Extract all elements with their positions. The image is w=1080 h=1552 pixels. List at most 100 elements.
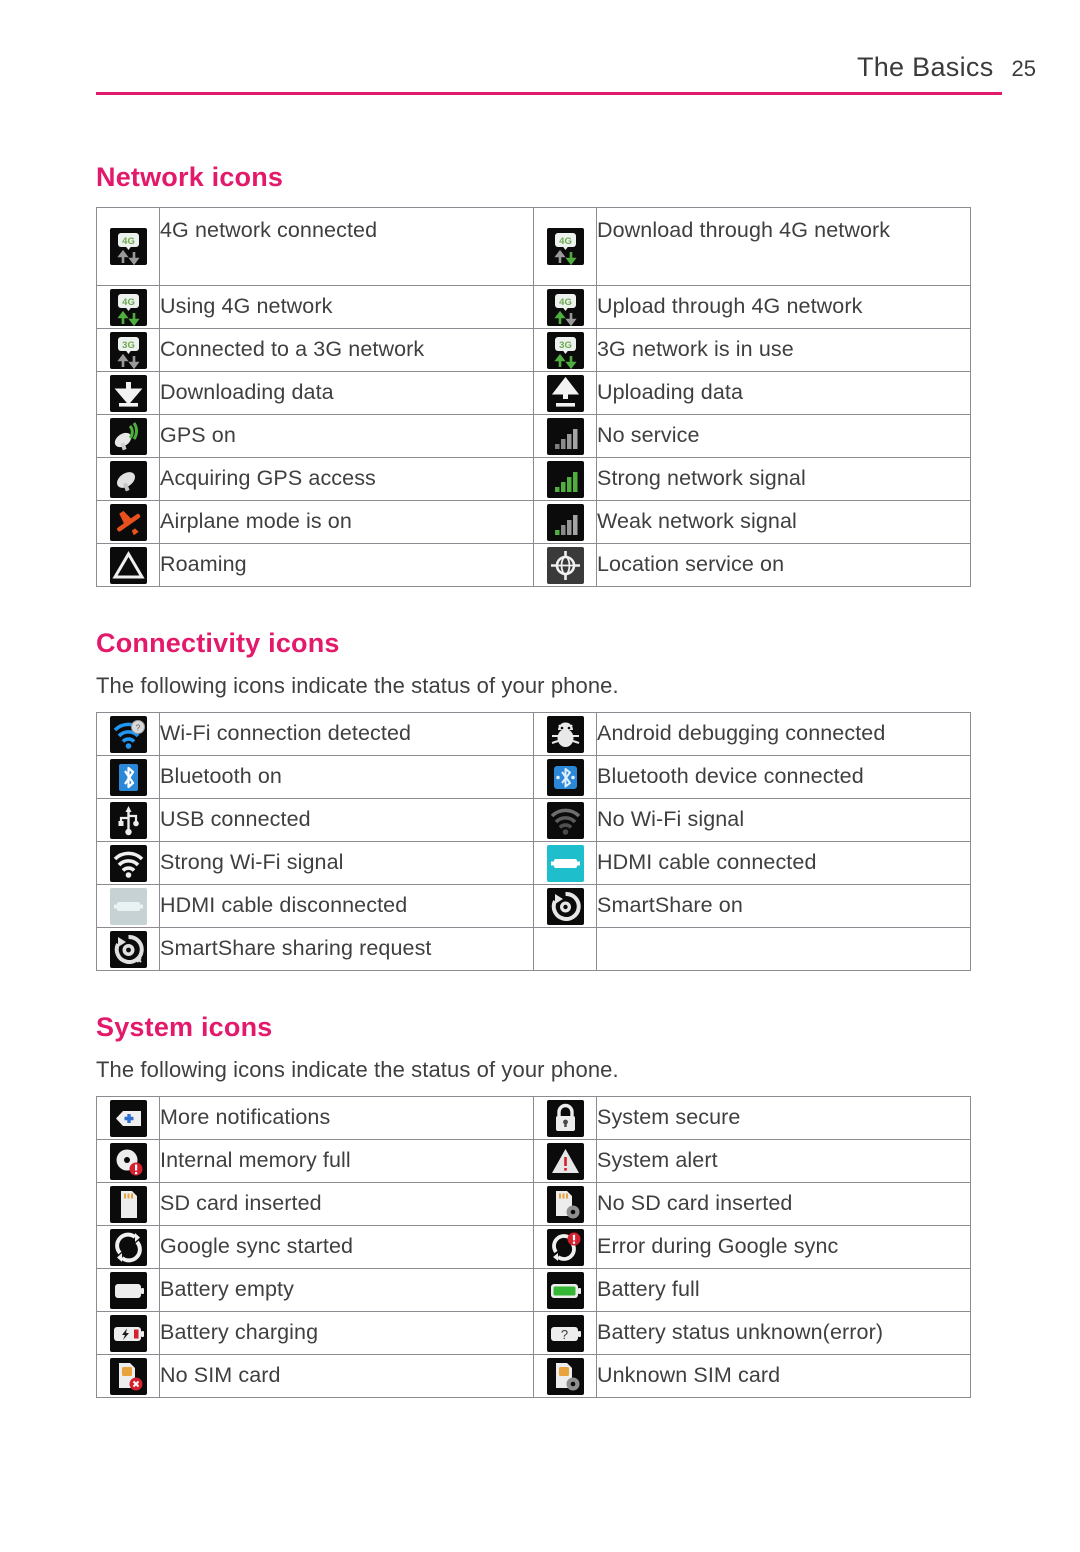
battery-charging-icon <box>109 1314 147 1352</box>
icon-cell <box>533 1354 597 1398</box>
icon-cell <box>533 841 597 885</box>
section-network: Network icons 4G 4G network connected 4G… <box>96 162 984 587</box>
battery-unknown-icon: ? <box>546 1314 584 1352</box>
connectivity-icons-table: ? Wi-Fi connection detected Android debu… <box>96 712 971 971</box>
svg-text:4G: 4G <box>122 236 135 247</box>
icon-label: Airplane mode is on <box>159 500 534 544</box>
icon-label: 4G network connected <box>159 207 534 286</box>
wifi-strong-icon <box>109 844 147 882</box>
icon-cell <box>96 755 160 799</box>
sd-card-missing-icon <box>546 1185 584 1223</box>
icon-cell: 3G <box>96 328 160 372</box>
table-row: SmartShare sharing request <box>96 927 971 971</box>
table-row: SD card inserted No SD card inserted <box>96 1182 971 1226</box>
icon-cell <box>533 500 597 544</box>
icon-label: SmartShare on <box>596 884 971 928</box>
header-divider <box>96 92 1002 95</box>
icon-label: Battery status unknown(error) <box>596 1311 971 1355</box>
4g-in-use-icon: 4G <box>109 288 147 326</box>
icon-label: No service <box>596 414 971 458</box>
icon-label: No SD card inserted <box>596 1182 971 1226</box>
icon-label: Android debugging connected <box>596 712 971 756</box>
icon-cell <box>533 755 597 799</box>
4g-connected-icon: 4G <box>109 228 147 265</box>
icon-cell: ? <box>96 712 160 756</box>
icon-label: Unknown SIM card <box>596 1354 971 1398</box>
battery-full-icon <box>546 1271 584 1309</box>
table-row: No SIM card Unknown SIM card <box>96 1354 971 1398</box>
icon-label: Roaming <box>159 543 534 587</box>
icon-cell: ? <box>533 1311 597 1355</box>
wifi-detected-icon: ? <box>109 715 147 753</box>
memory-full-icon <box>109 1142 147 1180</box>
icon-label: 3G network is in use <box>596 328 971 372</box>
page-header: The Basics 25 <box>857 52 1036 83</box>
icon-label: GPS on <box>159 414 534 458</box>
no-sim-card-icon <box>109 1357 147 1395</box>
icon-label: HDMI cable connected <box>596 841 971 885</box>
manual-page: The Basics 25 Network icons 4G 4G networ… <box>0 0 1080 1552</box>
svg-text:3G: 3G <box>559 340 572 351</box>
icon-cell <box>96 884 160 928</box>
table-row: HDMI cable disconnected SmartShare on <box>96 884 971 928</box>
icon-label: Weak network signal <box>596 500 971 544</box>
icon-label: Location service on <box>596 543 971 587</box>
section-title-connectivity: Connectivity icons <box>96 628 340 658</box>
table-row: Airplane mode is on Weak network signal <box>96 500 971 544</box>
system-icons-table: More notifications System secure Interna… <box>96 1096 971 1398</box>
icon-cell <box>533 1182 597 1226</box>
icon-cell <box>533 798 597 842</box>
gps-acquiring-icon <box>109 460 147 498</box>
icon-label: More notifications <box>159 1096 534 1140</box>
icon-label: Battery charging <box>159 1311 534 1355</box>
icon-label: Connected to a 3G network <box>159 328 534 372</box>
table-row: Battery charging ? Battery status unknow… <box>96 1311 971 1355</box>
icon-cell <box>533 1139 597 1183</box>
icon-cell <box>96 1354 160 1398</box>
3g-connected-icon: 3G <box>109 331 147 369</box>
icon-cell-empty <box>533 927 597 971</box>
sync-error-icon <box>546 1228 584 1266</box>
table-row: Internal memory full System alert <box>96 1139 971 1183</box>
icon-cell <box>96 1139 160 1183</box>
icon-cell <box>533 1096 597 1140</box>
sync-started-icon <box>109 1228 147 1266</box>
icon-label: Strong Wi-Fi signal <box>159 841 534 885</box>
icon-cell <box>533 1268 597 1312</box>
icon-label: Bluetooth on <box>159 755 534 799</box>
icon-label: Google sync started <box>159 1225 534 1269</box>
table-row: USB connected No Wi-Fi signal <box>96 798 971 842</box>
battery-empty-icon <box>109 1271 147 1309</box>
icon-cell: 4G <box>96 285 160 329</box>
icon-cell <box>96 371 160 415</box>
icon-label: No SIM card <box>159 1354 534 1398</box>
airplane-mode-icon <box>109 503 147 541</box>
icon-cell <box>96 457 160 501</box>
smartshare-request-icon <box>109 930 147 968</box>
page-number: 25 <box>1011 56 1036 81</box>
icon-label: Acquiring GPS access <box>159 457 534 501</box>
system-secure-icon <box>546 1099 584 1137</box>
signal-strong-icon <box>546 460 584 498</box>
icon-label: SD card inserted <box>159 1182 534 1226</box>
icon-label: Strong network signal <box>596 457 971 501</box>
icon-label: HDMI cable disconnected <box>159 884 534 928</box>
table-row: ? Wi-Fi connection detected Android debu… <box>96 712 971 756</box>
4g-upload-icon: 4G <box>546 288 584 326</box>
section-intro-system: The following icons indicate the status … <box>96 1057 619 1082</box>
icon-cell <box>96 1311 160 1355</box>
hdmi-connected-icon <box>546 844 584 882</box>
svg-text:?: ? <box>560 1327 567 1342</box>
icon-cell <box>533 371 597 415</box>
unknown-sim-card-icon <box>546 1357 584 1395</box>
icon-label: Upload through 4G network <box>596 285 971 329</box>
bluetooth-connected-icon <box>546 758 584 796</box>
svg-text:4G: 4G <box>559 297 572 308</box>
icon-cell: 3G <box>533 328 597 372</box>
icon-cell: 4G <box>533 207 597 286</box>
table-row: 3G Connected to a 3G network 3G 3G netwo… <box>96 328 971 372</box>
icon-label: No Wi-Fi signal <box>596 798 971 842</box>
icon-label: SmartShare sharing request <box>159 927 534 971</box>
icon-cell <box>533 712 597 756</box>
icon-cell <box>96 798 160 842</box>
